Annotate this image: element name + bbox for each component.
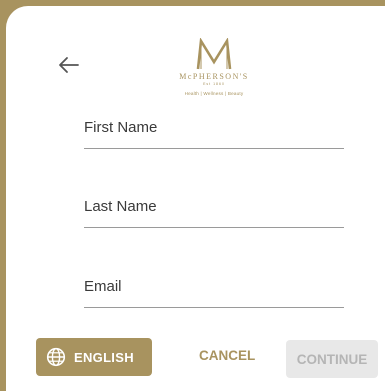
language-button[interactable]: ENGLISH: [36, 338, 152, 376]
brand-logo: M McPHERSON'S Est 1860 Health | Wellness…: [154, 38, 274, 110]
continue-label: CONTINUE: [296, 351, 368, 367]
brand-established: Est 1860: [203, 82, 225, 86]
back-button[interactable]: [58, 56, 80, 74]
logo-m-mark: M: [154, 38, 232, 70]
email-label: Email: [84, 278, 122, 295]
last-name-underline: [84, 226, 344, 228]
first-name-field[interactable]: First Name: [84, 119, 344, 149]
signup-card: M McPHERSON'S Est 1860 Health | Wellness…: [6, 6, 385, 391]
brand-tagline: Health | Wellness | Beauty: [184, 91, 244, 96]
email-underline: [84, 306, 344, 308]
globe-icon: [46, 347, 66, 367]
cancel-button[interactable]: CANCEL: [199, 348, 255, 363]
continue-button[interactable]: CONTINUE: [286, 340, 378, 378]
email-field[interactable]: Email: [84, 278, 344, 308]
logo-letter: M: [154, 38, 155, 39]
language-label: ENGLISH: [74, 349, 134, 365]
last-name-field[interactable]: Last Name: [84, 198, 344, 228]
first-name-underline: [84, 147, 344, 149]
app-frame: M McPHERSON'S Est 1860 Health | Wellness…: [0, 0, 385, 391]
arrow-left-icon: [59, 57, 79, 73]
first-name-label: First Name: [84, 119, 158, 136]
brand-name: McPHERSON'S: [179, 72, 249, 81]
last-name-label: Last Name: [84, 198, 157, 215]
